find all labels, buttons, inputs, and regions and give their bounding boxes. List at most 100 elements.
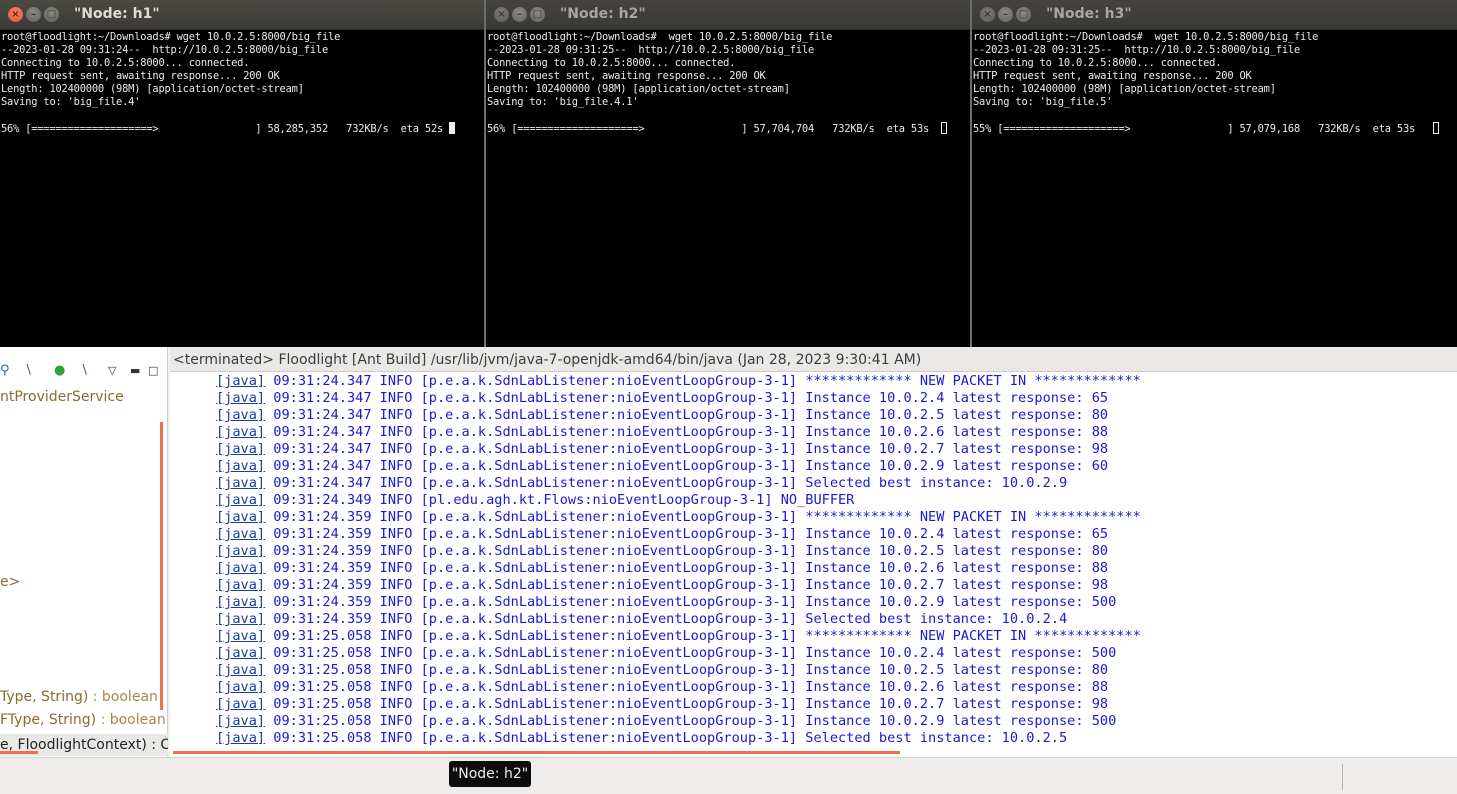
- console-line-text: 09:31:24.359 INFO [p.e.a.k.SdnLabListene…: [265, 560, 1109, 576]
- minimize-icon[interactable]: –: [512, 7, 527, 22]
- outline-item-return-type: : boolean: [100, 712, 166, 728]
- java-tag-link[interactable]: [java]: [216, 730, 265, 746]
- terminal-line: root@floodlight:~/Downloads# wget 10.0.2…: [487, 31, 833, 43]
- desktop: × – □ "Node: h1" root@floodlight:~/Downloa…: [0, 0, 1457, 794]
- java-tag-link[interactable]: [java]: [216, 679, 265, 695]
- console-line: [java] 09:31:24.347 INFO [p.e.a.k.SdnLab…: [216, 424, 1108, 441]
- console-horizontal-scrollbar[interactable]: [173, 751, 900, 754]
- java-tag-link[interactable]: [java]: [216, 509, 265, 525]
- java-tag-link[interactable]: [java]: [216, 628, 265, 644]
- console-line: [java] 09:31:24.359 INFO [p.e.a.k.SdnLab…: [216, 543, 1108, 560]
- terminal-screen[interactable]: root@floodlight:~/Downloads# wget 10.0.2…: [1, 31, 486, 347]
- java-tag-link[interactable]: [java]: [216, 560, 265, 576]
- maximize-view-icon[interactable]: □: [148, 361, 158, 381]
- window-titlebar[interactable]: × – □ "Node: h2": [486, 0, 972, 30]
- close-icon[interactable]: ×: [494, 7, 509, 22]
- java-tag-link[interactable]: [java]: [216, 662, 265, 678]
- terminal-line: HTTP request sent, awaiting response... …: [487, 70, 766, 82]
- terminal-screen[interactable]: root@floodlight:~/Downloads# wget 10.0.2…: [973, 31, 1457, 347]
- java-tag-link[interactable]: [java]: [216, 645, 265, 661]
- java-tag-link[interactable]: [java]: [216, 594, 265, 610]
- console-line-text: 09:31:25.058 INFO [p.e.a.k.SdnLabListene…: [265, 645, 1117, 661]
- java-tag-link[interactable]: [java]: [216, 611, 265, 627]
- progress-text: 56% [====================> ] 57,704,704 …: [487, 123, 930, 135]
- progress-text: 56% [====================> ] 58,285,352 …: [1, 123, 444, 135]
- java-tag-link[interactable]: [java]: [216, 577, 265, 593]
- outline-item[interactable]: ntProviderService: [0, 389, 124, 405]
- status-bar: [0, 757, 1457, 794]
- outline-item[interactable]: Type, String) : boolean: [0, 689, 158, 705]
- terminal-line: --2023-01-28 09:31:25-- http://10.0.2.5:…: [487, 44, 815, 56]
- maximize-icon[interactable]: □: [1016, 7, 1031, 22]
- outline-item[interactable]: FType, String) : boolean: [0, 712, 166, 728]
- outline-item[interactable]: e>: [0, 574, 20, 590]
- java-tag-link[interactable]: [java]: [216, 526, 265, 542]
- maximize-icon[interactable]: □: [44, 7, 59, 22]
- console-line: [java] 09:31:24.359 INFO [p.e.a.k.SdnLab…: [216, 594, 1116, 611]
- java-tag-link[interactable]: [java]: [216, 543, 265, 559]
- console-output[interactable]: [java] 09:31:24.347 INFO [p.e.a.k.SdnLab…: [170, 373, 1457, 757]
- close-icon[interactable]: ×: [980, 7, 995, 22]
- maximize-icon[interactable]: □: [530, 7, 545, 22]
- minimize-view-icon[interactable]: ▬: [130, 361, 140, 381]
- hide-fields-icon[interactable]: ∖: [24, 361, 32, 381]
- view-menu-icon[interactable]: ▽: [108, 361, 116, 381]
- window-titlebar[interactable]: × – □ "Node: h3": [972, 0, 1457, 30]
- terminal-window-h2[interactable]: × – □ "Node: h2" root@floodlight:~/Downloa…: [486, 0, 972, 347]
- outline-view[interactable]: ⚲ ∖ ● ∖ ▽ ▬ □ ntProviderService e> Type,…: [0, 347, 168, 760]
- java-tag-link[interactable]: [java]: [216, 441, 265, 457]
- terminal-line: ​: [973, 109, 1457, 122]
- minimize-icon[interactable]: –: [998, 7, 1013, 22]
- terminal-line: --2023-01-28 09:31:24-- http://10.0.2.5:…: [1, 44, 329, 56]
- console-view[interactable]: <terminated> Floodlight [Ant Build] /usr…: [170, 347, 1457, 757]
- console-line-text: 09:31:24.347 INFO [p.e.a.k.SdnLabListene…: [265, 407, 1109, 423]
- terminal-line: --2023-01-28 09:31:25-- http://10.0.2.5:…: [973, 44, 1301, 56]
- terminal-window-h3[interactable]: × – □ "Node: h3" root@floodlight:~/Downloa…: [972, 0, 1457, 347]
- terminal-line: Saving to: 'big_file.4.1': [487, 96, 639, 108]
- terminal-screen[interactable]: root@floodlight:~/Downloads# wget 10.0.2…: [487, 31, 972, 347]
- terminal-line: root@floodlight:~/Downloads# wget 10.0.2…: [973, 31, 1319, 43]
- console-header: <terminated> Floodlight [Ant Build] /usr…: [170, 347, 1457, 372]
- java-tag-link[interactable]: [java]: [216, 475, 265, 491]
- console-line-text: 09:31:25.058 INFO [p.e.a.k.SdnLabListene…: [265, 713, 1117, 729]
- outline-vertical-scrollbar[interactable]: [160, 422, 163, 710]
- console-line: [java] 09:31:24.359 INFO [p.e.a.k.SdnLab…: [216, 560, 1108, 577]
- terminal-line: Saving to: 'big_file.5': [973, 96, 1113, 108]
- console-line: [java] 09:31:25.058 INFO [p.e.a.k.SdnLab…: [216, 730, 1067, 747]
- window-titlebar[interactable]: × – □ "Node: h1": [0, 0, 486, 30]
- minimize-icon[interactable]: –: [26, 7, 41, 22]
- console-line-text: 09:31:25.058 INFO [p.e.a.k.SdnLabListene…: [265, 679, 1109, 695]
- terminal-cursor: [1433, 122, 1440, 134]
- console-line: [java] 09:31:24.359 INFO [p.e.a.k.SdnLab…: [216, 611, 1067, 628]
- console-line-text: 09:31:24.349 INFO [pl.edu.agh.kt.Flows:n…: [265, 492, 855, 508]
- java-tag-link[interactable]: [java]: [216, 373, 265, 389]
- terminal-line: Length: 102400000 (98M) [application/oct…: [1, 83, 304, 95]
- terminal-line: Connecting to 10.0.2.5:8000... connected…: [973, 57, 1222, 69]
- console-line-text: 09:31:24.347 INFO [p.e.a.k.SdnLabListene…: [265, 373, 1141, 389]
- terminal-line: Length: 102400000 (98M) [application/oct…: [973, 83, 1276, 95]
- console-line: [java] 09:31:24.347 INFO [p.e.a.k.SdnLab…: [216, 441, 1108, 458]
- java-tag-link[interactable]: [java]: [216, 390, 265, 406]
- java-tag-link[interactable]: [java]: [216, 458, 265, 474]
- java-tag-link[interactable]: [java]: [216, 492, 265, 508]
- collapse-all-icon[interactable]: ⚲: [0, 361, 10, 381]
- terminal-window-h1[interactable]: × – □ "Node: h1" root@floodlight:~/Downloa…: [0, 0, 486, 347]
- java-tag-link[interactable]: [java]: [216, 713, 265, 729]
- console-line: [java] 09:31:25.058 INFO [p.e.a.k.SdnLab…: [216, 696, 1108, 713]
- outline-item-label: FType, String): [0, 712, 101, 728]
- java-tag-link[interactable]: [java]: [216, 696, 265, 712]
- console-line-text: 09:31:24.359 INFO [p.e.a.k.SdnLabListene…: [265, 509, 1141, 525]
- terminal-cursor: [941, 122, 948, 134]
- outline-item-label: e>: [0, 574, 21, 590]
- java-tag-link[interactable]: [java]: [216, 424, 265, 440]
- console-line-text: 09:31:24.347 INFO [p.e.a.k.SdnLabListene…: [265, 424, 1109, 440]
- java-tag-link[interactable]: [java]: [216, 407, 265, 423]
- console-line: [java] 09:31:24.359 INFO [p.e.a.k.SdnLab…: [216, 577, 1108, 594]
- hide-local-types-icon[interactable]: ∖: [80, 361, 88, 381]
- console-line: [java] 09:31:25.058 INFO [p.e.a.k.SdnLab…: [216, 662, 1108, 679]
- outline-horizontal-scrollbar[interactable]: [0, 751, 38, 754]
- terminal-line: root@floodlight:~/Downloads# wget 10.0.2…: [1, 31, 341, 43]
- console-line: [java] 09:31:25.058 INFO [p.e.a.k.SdnLab…: [216, 713, 1116, 730]
- close-icon[interactable]: ×: [8, 7, 23, 22]
- public-members-icon[interactable]: ●: [54, 361, 65, 381]
